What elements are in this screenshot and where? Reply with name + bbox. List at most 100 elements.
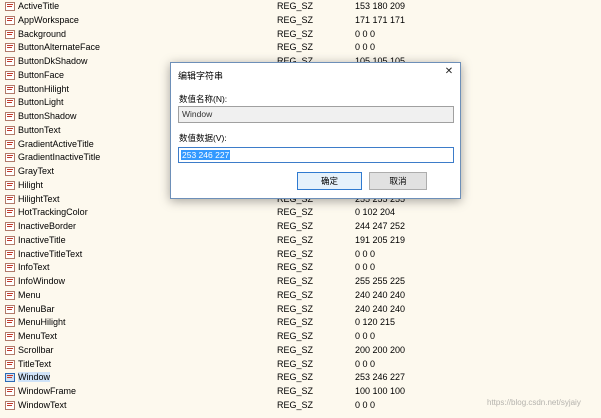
registry-row[interactable]: WindowFrame REG_SZ 100 100 100 [0,385,601,399]
registry-row[interactable]: MenuBar REG_SZ 240 240 240 [0,303,601,317]
row-data: 153 180 209 [355,1,406,11]
registry-row[interactable]: InactiveTitleText REG_SZ 0 0 0 [0,248,601,262]
row-type: REG_SZ [277,248,314,259]
string-value-icon [5,153,15,163]
row-name: Hilight [18,179,44,190]
row-data: 0 0 0 [355,28,376,39]
registry-row[interactable]: Window REG_SZ 253 246 227 [0,371,601,385]
string-value-icon [5,2,15,11]
value-data-label: 数值数据(V): [179,133,227,143]
row-name: Menu [18,289,41,300]
row-name: AppWorkspace [18,14,79,25]
row-type: REG_SZ [277,1,314,11]
dialog-title: 编辑字符串 [178,71,224,81]
row-name: ButtonLight [18,97,64,108]
registry-row[interactable]: ActiveTitle REG_SZ 153 180 209 [0,0,601,14]
row-name: GrayText [18,166,55,176]
value-name-label: 数值名称(N): [179,94,228,104]
registry-row[interactable]: AppWorkspace REG_SZ 171 171 171 [0,14,601,28]
row-data: 240 240 240 [355,289,406,300]
registry-row[interactable]: Background REG_SZ 0 0 0 [0,28,601,42]
row-data: 0 120 215 [355,317,396,328]
row-name: InactiveTitle [18,234,66,245]
string-value-icon [5,373,15,383]
row-data: 171 171 171 [355,14,406,25]
row-type: REG_SZ [277,276,314,286]
string-value-icon [5,235,15,245]
row-name: InfoText [18,262,50,273]
registry-row[interactable]: InfoWindow REG_SZ 255 255 225 [0,275,601,289]
row-name: HilightText [18,193,60,204]
close-icon[interactable]: ✕ [442,65,456,79]
row-type: REG_SZ [277,344,314,355]
row-type: REG_SZ [277,14,314,25]
string-value-icon [5,98,15,108]
string-value-icon [5,167,15,176]
value-data-text: 253 246 227 [181,150,231,160]
row-name: ButtonShadow [18,111,77,121]
row-data: 200 200 200 [355,344,406,355]
string-value-icon [5,263,15,273]
cancel-button[interactable]: 取消 [369,172,427,190]
value-name-field: Window [178,106,454,123]
string-value-icon [5,57,15,66]
row-name: Window [18,372,51,383]
row-data: 0 102 204 [355,207,396,218]
registry-row[interactable]: InactiveBorder REG_SZ 244 247 252 [0,220,601,234]
string-value-icon [5,345,15,355]
registry-row[interactable]: Menu REG_SZ 240 240 240 [0,289,601,303]
row-data: 100 100 100 [355,386,406,396]
row-name: InactiveBorder [18,221,77,231]
row-data: 0 0 0 [355,42,376,53]
row-type: REG_SZ [277,372,314,383]
registry-row[interactable]: Scrollbar REG_SZ 200 200 200 [0,344,601,358]
string-value-icon [5,43,15,53]
string-value-icon [5,400,15,410]
row-name: ButtonText [18,124,61,135]
string-value-icon [5,139,15,149]
value-data-input[interactable]: 253 246 227 [178,147,454,163]
registry-row[interactable]: ButtonAlternateFace REG_SZ 0 0 0 [0,41,601,55]
row-name: MenuBar [18,303,55,314]
row-data: 0 0 0 [355,331,376,341]
row-name: InactiveTitleText [18,248,83,259]
string-value-icon [5,70,15,80]
registry-row[interactable]: MenuText REG_SZ 0 0 0 [0,330,601,344]
string-value-icon [5,125,15,135]
row-name: ActiveTitle [18,1,60,11]
registry-row[interactable]: TitleText REG_SZ 0 0 0 [0,358,601,372]
row-name: Scrollbar [18,344,54,355]
row-data: 255 255 225 [355,276,406,286]
string-value-icon [5,29,15,39]
row-name: ButtonAlternateFace [18,42,101,53]
row-type: REG_SZ [277,42,314,53]
row-name: MenuText [18,331,58,341]
row-name: TitleText [18,358,52,369]
string-value-icon [5,387,15,396]
string-value-icon [5,304,15,314]
row-name: WindowFrame [18,386,77,396]
row-data: 0 0 0 [355,358,376,369]
row-data: 253 246 227 [355,372,406,383]
registry-row[interactable]: InfoText REG_SZ 0 0 0 [0,261,601,275]
string-value-icon [5,194,15,204]
watermark: https://blog.csdn.net/syjaiy [487,398,581,407]
registry-row[interactable]: InactiveTitle REG_SZ 191 205 219 [0,234,601,248]
string-value-icon [5,180,15,190]
row-type: REG_SZ [277,207,314,218]
row-name: ButtonHilight [18,83,70,94]
registry-row[interactable]: MenuHilight REG_SZ 0 120 215 [0,316,601,330]
row-type: REG_SZ [277,317,314,328]
row-name: MenuHilight [18,317,66,328]
row-type: REG_SZ [277,386,314,396]
row-name: GradientActiveTitle [18,138,94,149]
row-type: REG_SZ [277,331,314,341]
ok-button[interactable]: 确定 [297,172,362,190]
registry-row[interactable]: HotTrackingColor REG_SZ 0 102 204 [0,206,601,220]
row-data: 0 0 0 [355,399,376,410]
string-value-icon [5,222,15,231]
row-type: REG_SZ [277,358,314,369]
row-name: WindowText [18,399,67,410]
string-value-icon [5,332,15,341]
row-name: ButtonFace [18,69,65,80]
